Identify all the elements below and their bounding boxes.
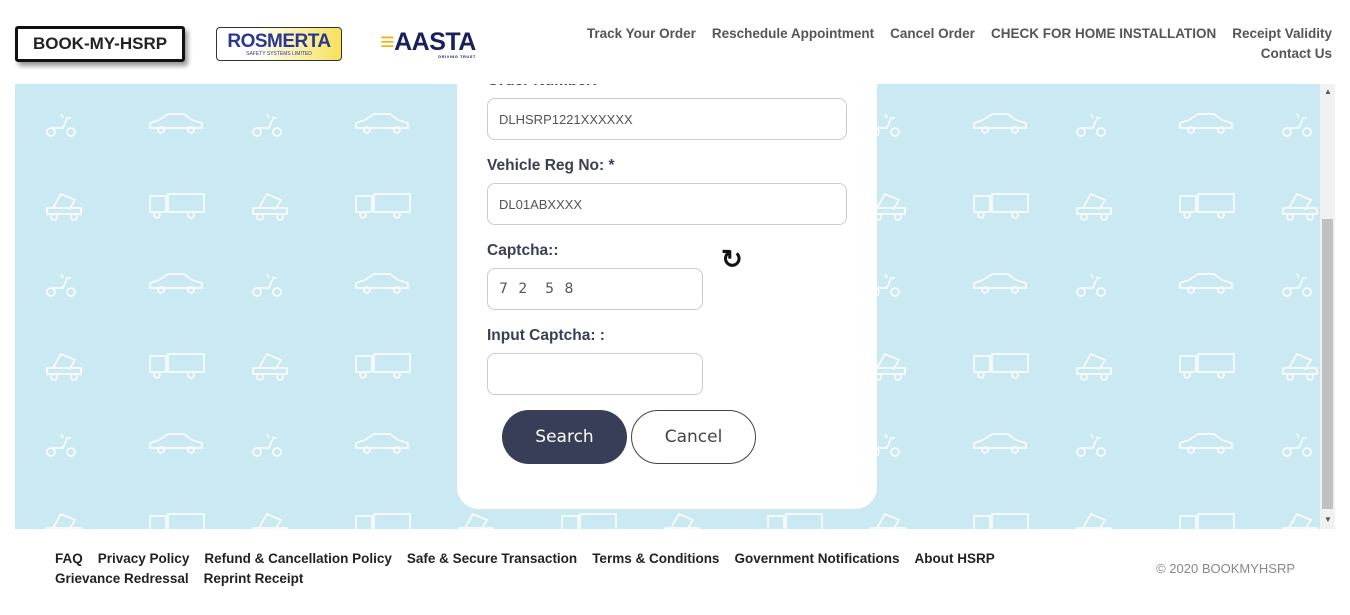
mixer-pattern-icon xyxy=(1076,193,1112,221)
car-pattern-icon xyxy=(149,113,203,134)
truck-pattern-icon xyxy=(149,193,205,219)
nav-reschedule[interactable]: Reschedule Appointment xyxy=(712,26,874,41)
car-pattern-icon xyxy=(1179,113,1233,134)
nav-home-installation[interactable]: CHECK FOR HOME INSTALLATION xyxy=(991,26,1216,41)
mixer-pattern-icon xyxy=(252,513,288,529)
footer-faq[interactable]: FAQ xyxy=(55,551,83,566)
car-pattern-icon xyxy=(1179,273,1233,294)
mixer-pattern-icon xyxy=(1282,353,1318,381)
footer-privacy[interactable]: Privacy Policy xyxy=(98,551,190,566)
top-nav: Track Your Order Reschedule Appointment Ca… xyxy=(571,24,1332,64)
track-order-form: Order Number: * Vehicle Reg No: * Captch… xyxy=(457,60,877,509)
truck-pattern-icon xyxy=(1179,193,1235,219)
search-button[interactable]: Search xyxy=(502,410,627,464)
scooter-pattern-icon xyxy=(1282,273,1312,297)
footer-about[interactable]: About HSRP xyxy=(914,551,994,566)
captcha-display xyxy=(487,268,703,310)
input-captcha-field[interactable] xyxy=(487,353,703,395)
truck-pattern-icon xyxy=(149,353,205,379)
mixer-pattern-icon xyxy=(1076,513,1112,529)
truck-pattern-icon xyxy=(1179,353,1235,379)
mixer-pattern-icon xyxy=(46,193,82,221)
truck-pattern-icon xyxy=(767,513,823,529)
mixer-pattern-icon xyxy=(1282,193,1318,221)
nav-contact-us[interactable]: Contact Us xyxy=(1261,46,1332,61)
car-pattern-icon xyxy=(973,273,1027,294)
refresh-icon[interactable]: ↻ xyxy=(721,244,743,275)
mixer-pattern-icon xyxy=(1282,513,1318,529)
scooter-pattern-icon xyxy=(46,433,76,457)
order-number-input[interactable] xyxy=(487,98,847,140)
truck-pattern-icon xyxy=(355,513,411,529)
truck-pattern-icon xyxy=(973,193,1029,219)
car-pattern-icon xyxy=(1179,433,1233,454)
truck-pattern-icon xyxy=(561,513,617,529)
mixer-pattern-icon xyxy=(1076,353,1112,381)
footer-links: FAQ Privacy Policy Refund & Cancellation P… xyxy=(55,549,1055,588)
footer-refund[interactable]: Refund & Cancellation Policy xyxy=(204,551,392,566)
scroll-up-icon[interactable]: ▲ xyxy=(1324,87,1332,96)
mixer-pattern-icon xyxy=(870,513,906,529)
scooter-pattern-icon xyxy=(252,433,282,457)
footer-grievance[interactable]: Grievance Redressal xyxy=(55,571,189,586)
cancel-button[interactable]: Cancel xyxy=(631,410,756,464)
truck-pattern-icon xyxy=(355,353,411,379)
truck-pattern-icon xyxy=(149,513,205,529)
vehicle-reg-label: Vehicle Reg No: * xyxy=(487,157,615,174)
header: BOOK-MY-HSRP ROSMERTA SAFETY SYSTEMS LIMI… xyxy=(0,0,1350,84)
mixer-pattern-icon xyxy=(46,513,82,529)
scooter-pattern-icon xyxy=(46,113,76,137)
footer-gov-notifications[interactable]: Government Notifications xyxy=(734,551,899,566)
truck-pattern-icon xyxy=(973,513,1029,529)
truck-pattern-icon xyxy=(1179,513,1235,529)
scooter-pattern-icon xyxy=(1076,433,1106,457)
nav-receipt-validity[interactable]: Receipt Validity xyxy=(1232,26,1332,41)
footer-terms[interactable]: Terms & Conditions xyxy=(592,551,719,566)
scrollbar-thumb[interactable] xyxy=(1322,219,1333,509)
captcha-label: Captcha:: xyxy=(487,242,559,259)
footer-safe-transaction[interactable]: Safe & Secure Transaction xyxy=(407,551,577,566)
nav-track-order[interactable]: Track Your Order xyxy=(587,26,696,41)
car-pattern-icon xyxy=(355,433,409,454)
footer-reprint[interactable]: Reprint Receipt xyxy=(204,571,304,586)
car-pattern-icon xyxy=(149,273,203,294)
input-captcha-label: Input Captcha: : xyxy=(487,327,605,344)
mixer-pattern-icon xyxy=(458,513,494,529)
truck-pattern-icon xyxy=(973,353,1029,379)
bookmyhsrp-logo[interactable]: BOOK-MY-HSRP xyxy=(15,26,185,62)
aasta-logo[interactable]: ≡AASTA DRIVING TRUST xyxy=(380,28,476,59)
car-pattern-icon xyxy=(149,433,203,454)
mixer-pattern-icon xyxy=(252,193,288,221)
car-pattern-icon xyxy=(973,113,1027,134)
vehicle-reg-input[interactable] xyxy=(487,183,847,225)
scooter-pattern-icon xyxy=(252,113,282,137)
scooter-pattern-icon xyxy=(1076,273,1106,297)
mixer-pattern-icon xyxy=(46,353,82,381)
scooter-pattern-icon xyxy=(1282,113,1312,137)
rosmerta-logo[interactable]: ROSMERTA SAFETY SYSTEMS LIMITED xyxy=(216,27,342,61)
scooter-pattern-icon xyxy=(252,273,282,297)
nav-cancel-order[interactable]: Cancel Order xyxy=(890,26,975,41)
copyright: © 2020 BOOKMYHSRP xyxy=(1156,561,1295,576)
truck-pattern-icon xyxy=(355,193,411,219)
scrollbar[interactable]: ▲ ▼ xyxy=(1320,84,1335,529)
car-pattern-icon xyxy=(355,273,409,294)
mixer-pattern-icon xyxy=(252,353,288,381)
scooter-pattern-icon xyxy=(46,273,76,297)
mixer-pattern-icon xyxy=(664,513,700,529)
car-pattern-icon xyxy=(973,433,1027,454)
car-pattern-icon xyxy=(355,113,409,134)
scooter-pattern-icon xyxy=(1282,433,1312,457)
scooter-pattern-icon xyxy=(1076,113,1106,137)
scroll-down-icon[interactable]: ▼ xyxy=(1324,515,1332,524)
